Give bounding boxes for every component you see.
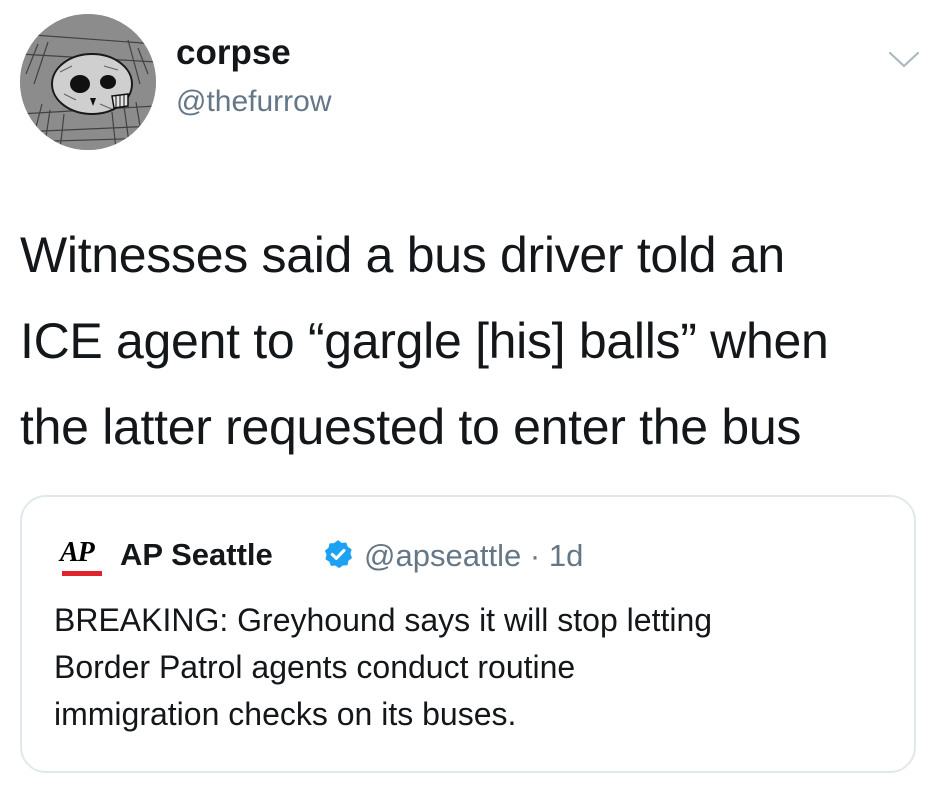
quoted-timestamp: 1d [548,538,584,573]
quoted-meta: @apseattle · 1d [364,538,583,574]
quoted-text-line: BREAKING: Greyhound says it will stop le… [54,602,713,638]
ap-logo-bar [62,571,102,576]
author-handle[interactable]: @thefurrow [176,85,332,119]
author-display-name[interactable]: corpse [176,33,291,73]
quoted-text-line: Border Patrol agents conduct routine [54,649,576,685]
author-avatar[interactable] [20,14,156,150]
ap-logo: AP [60,537,108,583]
tweet-text-line: ICE agent to “gargle [his] balls” when [20,313,829,369]
quoted-display-name: AP Seattle [120,537,273,572]
ap-logo-text: AP [60,537,95,568]
quoted-tweet-card[interactable]: AP AP Seattle @apseattle · 1d BREAKING: … [20,495,916,773]
quoted-text-line: immigration checks on its buses. [54,696,517,732]
chevron-down-icon [888,51,920,68]
meta-separator: · [529,538,541,573]
skull-illustration-avatar [20,14,156,150]
verified-badge-icon [324,540,353,569]
tweet-menu-button[interactable] [884,44,924,74]
tweet-text-line: Witnesses said a bus driver told an [20,227,785,283]
tweet-text: Witnesses said a bus driver told an ICE … [20,212,925,470]
tweet-text-line: the latter requested to enter the bus [20,399,802,455]
quoted-handle: @apseattle [364,538,522,573]
quoted-tweet-text: BREAKING: Greyhound says it will stop le… [54,597,904,738]
